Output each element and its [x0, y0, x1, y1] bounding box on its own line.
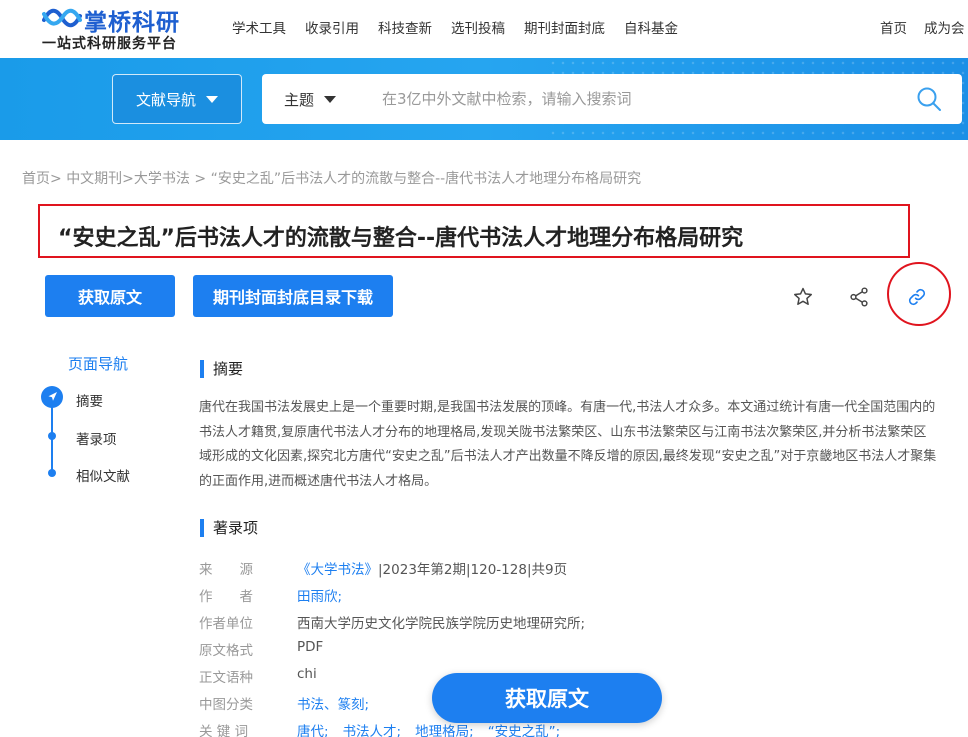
meta-row-language: 正文语种 chi: [199, 666, 317, 686]
star-icon[interactable]: [792, 286, 814, 308]
breadcrumb-home[interactable]: 首页>: [22, 171, 62, 187]
nav-item-academic-tools[interactable]: 学术工具: [232, 17, 286, 37]
journal-link[interactable]: 《大学书法》: [297, 562, 378, 578]
floating-get-fulltext-button[interactable]: 获取原文: [432, 673, 662, 723]
section-bar: [200, 359, 204, 378]
nav-item-home[interactable]: 首页: [880, 17, 907, 37]
nav-item-become-member[interactable]: 成为会: [924, 17, 965, 37]
link-highlight-circle: [887, 262, 951, 326]
section-bar: [200, 518, 204, 537]
location-arrow-icon: [48, 392, 57, 401]
meta-row-source: 来 源 《大学书法》|2023年第2期|120-128|共9页: [199, 558, 567, 578]
meta-key: 关 键 词: [199, 724, 249, 737]
chevron-down-icon: [206, 95, 218, 103]
author-link[interactable]: 田雨欣;: [297, 585, 342, 605]
get-fulltext-button[interactable]: 获取原文: [45, 275, 175, 317]
article-title: “安史之乱”后书法人才的流散与整合--唐代书法人才地理分布格局研究: [58, 226, 744, 251]
brand-tagline: 一站式科研服务平台: [42, 36, 177, 52]
doc-nav-label: 文献导航: [135, 90, 196, 109]
record-heading: 著录项: [200, 517, 258, 538]
clc-link[interactable]: 书法、篆刻;: [297, 693, 369, 713]
nav-item-submission[interactable]: 选刊投稿: [451, 17, 505, 37]
chevron-down-icon: [324, 96, 337, 103]
page-nav-title: 页面导航: [68, 355, 129, 373]
page-nav-dot: [48, 432, 56, 440]
top-header: 掌桥科研 一站式科研服务平台 学术工具 收录引用 科技查新 选刊投稿 期刊封面封…: [0, 0, 968, 58]
abstract-heading: 摘要: [200, 358, 243, 379]
doc-nav-dropdown[interactable]: 文献导航: [112, 74, 242, 124]
issue-info: |2023年第2期|120-128|共9页: [378, 562, 568, 578]
record-heading-label: 著录项: [213, 519, 259, 537]
language-value: chi: [297, 666, 317, 682]
nav-right: 首页 成为会: [880, 17, 968, 37]
nav-item-novelty-search[interactable]: 科技查新: [378, 17, 432, 37]
meta-key: 作者单位: [199, 616, 253, 632]
breadcrumb-current: “安史之乱”后书法人才的流散与整合--唐代书法人才地理分布格局研究: [210, 171, 642, 187]
breadcrumb: 首页> 中文期刊>大学书法 > “安史之乱”后书法人才的流散与整合--唐代书法人…: [22, 168, 641, 188]
nav-item-citation[interactable]: 收录引用: [305, 17, 359, 37]
meta-key: 来 源: [199, 562, 253, 578]
search-scope-select[interactable]: 主题: [284, 89, 337, 110]
page-nav-item-similar[interactable]: 相似文献: [76, 465, 130, 485]
abstract-heading-label: 摘要: [213, 360, 244, 378]
meta-key: 中图分类: [199, 697, 253, 713]
keyword-link[interactable]: 书法人才;: [343, 720, 402, 737]
main-nav: 学术工具 收录引用 科技查新 选刊投稿 期刊封面封底 自科基金: [232, 17, 697, 37]
brand-name: 掌桥科研: [84, 10, 180, 36]
meta-key: 正文语种: [199, 670, 253, 686]
meta-row-clc: 中图分类 书法、篆刻;: [199, 693, 383, 713]
meta-row-format: 原文格式 PDF: [199, 639, 323, 659]
meta-row-affiliation: 作者单位 西南大学历史文化学院民族学院历史地理研究所;: [199, 612, 585, 632]
search-band: 文献导航 主题: [0, 58, 968, 140]
search-scope-label: 主题: [284, 91, 315, 109]
breadcrumb-journal[interactable]: 大学书法 >: [134, 171, 206, 187]
meta-key: 作 者: [199, 589, 253, 605]
title-highlight-box: “安史之乱”后书法人才的流散与整合--唐代书法人才地理分布格局研究: [38, 204, 910, 258]
format-value: PDF: [297, 639, 324, 655]
page-nav-dot: [48, 469, 56, 477]
search-icon[interactable]: [916, 86, 942, 112]
page-nav-item-abstract[interactable]: 摘要: [76, 390, 103, 410]
share-icon[interactable]: [848, 286, 870, 308]
search-box: 主题: [262, 74, 962, 124]
brand-logo[interactable]: 掌桥科研 一站式科研服务平台: [40, 2, 200, 54]
abstract-text: 唐代在我国书法发展史上是一个重要时期,是我国书法发展的顶峰。有唐一代,书法人才众…: [199, 400, 937, 489]
breadcrumb-chinese-journals[interactable]: 中文期刊>: [66, 171, 134, 187]
meta-value: 《大学书法》|2023年第2期|120-128|共9页: [297, 558, 567, 578]
keyword-link[interactable]: 唐代;: [297, 720, 329, 737]
nav-item-journal-cover[interactable]: 期刊封面封底: [524, 17, 605, 37]
meta-key: 原文格式: [199, 643, 253, 659]
logo-wave-icon: [42, 8, 82, 28]
page-nav-item-record[interactable]: 著录项: [76, 428, 117, 448]
page-nav-active-marker: [41, 386, 63, 408]
cover-download-button[interactable]: 期刊封面封底目录下载: [193, 275, 393, 317]
nav-item-nsfc[interactable]: 自科基金: [624, 17, 678, 37]
meta-row-author: 作 者 田雨欣;: [199, 585, 356, 605]
affiliation-value: 西南大学历史文化学院民族学院历史地理研究所;: [297, 616, 586, 632]
search-input[interactable]: [382, 84, 902, 114]
